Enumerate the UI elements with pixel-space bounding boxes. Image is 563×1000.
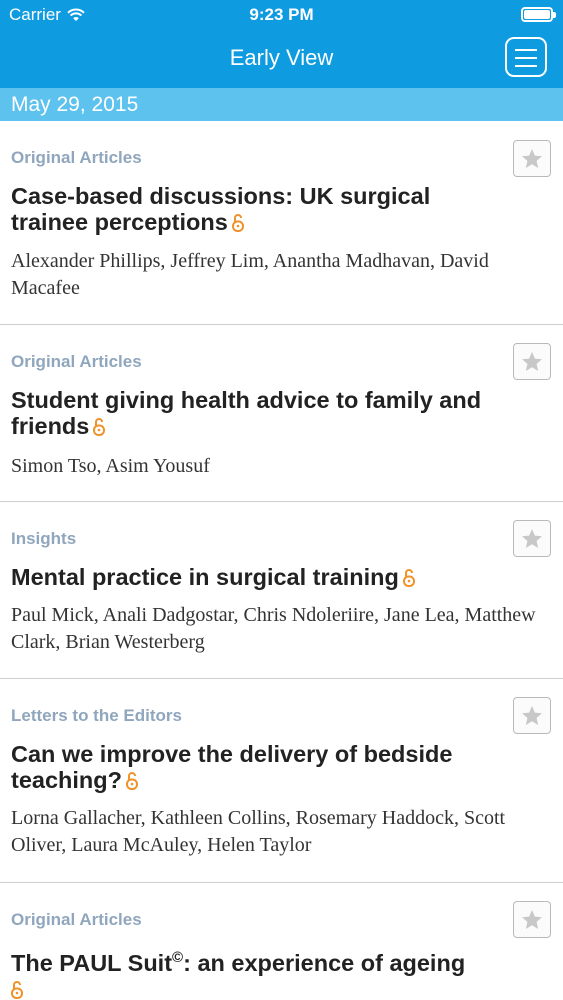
status-time: 9:23 PM [249, 5, 314, 24]
article-category: Original Articles [11, 352, 142, 371]
article-title[interactable]: Student giving health advice to family a… [11, 387, 511, 439]
article-title[interactable]: Mental practice in surgical training [11, 564, 511, 590]
article-authors: Alexander Phillips, Jeffrey Lim, Anantha… [11, 250, 489, 299]
favorite-button[interactable] [513, 140, 551, 177]
date-section-header: May 29, 2015 [0, 88, 563, 121]
hamburger-icon-line [515, 57, 537, 59]
favorite-button[interactable] [513, 520, 551, 557]
menu-button[interactable] [505, 37, 547, 77]
status-bar: Carrier 9:23 PM [0, 0, 563, 30]
list-item[interactable]: Original Articles Case-based discussions… [0, 121, 563, 325]
battery-icon [521, 7, 556, 22]
article-authors: Simon Tso, Asim Yousuf [11, 455, 210, 477]
article-list: Original Articles Case-based discussions… [0, 121, 563, 1000]
article-title-text: Can we improve the delivery of bedside t… [11, 741, 453, 793]
article-title-text: Student giving health advice to family a… [11, 387, 482, 439]
article-category: Original Articles [11, 148, 142, 167]
article-title[interactable]: The PAUL Suit©: an experience of ageing [11, 945, 511, 1000]
star-icon [522, 705, 542, 725]
open-access-lock-icon [93, 418, 106, 436]
star-icon [522, 909, 542, 929]
article-title-text: Mental practice in surgical training [11, 564, 399, 590]
article-title-superscript: © [172, 949, 184, 966]
article-authors: Paul Mick, Anali Dadgostar, Chris Ndoler… [11, 604, 536, 653]
open-access-lock-icon [11, 980, 23, 999]
article-authors: Lorna Gallacher, Kathleen Collins, Rosem… [11, 807, 506, 856]
article-title-text: The PAUL Suit [11, 949, 173, 976]
article-title-text: Case-based discussions: UK surgical trai… [11, 183, 431, 235]
favorite-button[interactable] [513, 343, 551, 380]
star-icon [522, 351, 542, 371]
favorite-button[interactable] [513, 697, 551, 734]
nav-bar: Early View [0, 30, 563, 88]
page-title: Early View [229, 45, 334, 70]
article-title[interactable]: Can we improve the delivery of bedside t… [11, 741, 511, 793]
article-category: Letters to the Editors [11, 706, 182, 725]
article-category: Insights [11, 529, 77, 548]
list-item[interactable]: Letters to the Editors Can we improve th… [0, 679, 563, 883]
article-title[interactable]: Case-based discussions: UK surgical trai… [11, 183, 511, 235]
article-title-text-rest: : an experience of ageing [183, 949, 466, 976]
list-item[interactable]: Original Articles Student giving health … [0, 325, 563, 502]
list-item[interactable]: Insights Mental practice in surgical tra… [0, 502, 563, 679]
open-access-lock-icon [402, 569, 415, 587]
hamburger-icon-line [515, 65, 537, 67]
star-icon [522, 528, 542, 548]
article-category: Original Articles [11, 910, 142, 929]
list-item[interactable]: Original Articles The PAUL Suit©: an exp… [0, 883, 563, 1000]
open-access-lock-icon [231, 214, 244, 232]
hamburger-icon-line [515, 49, 537, 51]
open-access-lock-icon [125, 772, 138, 790]
star-icon [522, 148, 542, 168]
favorite-button[interactable] [513, 901, 551, 938]
